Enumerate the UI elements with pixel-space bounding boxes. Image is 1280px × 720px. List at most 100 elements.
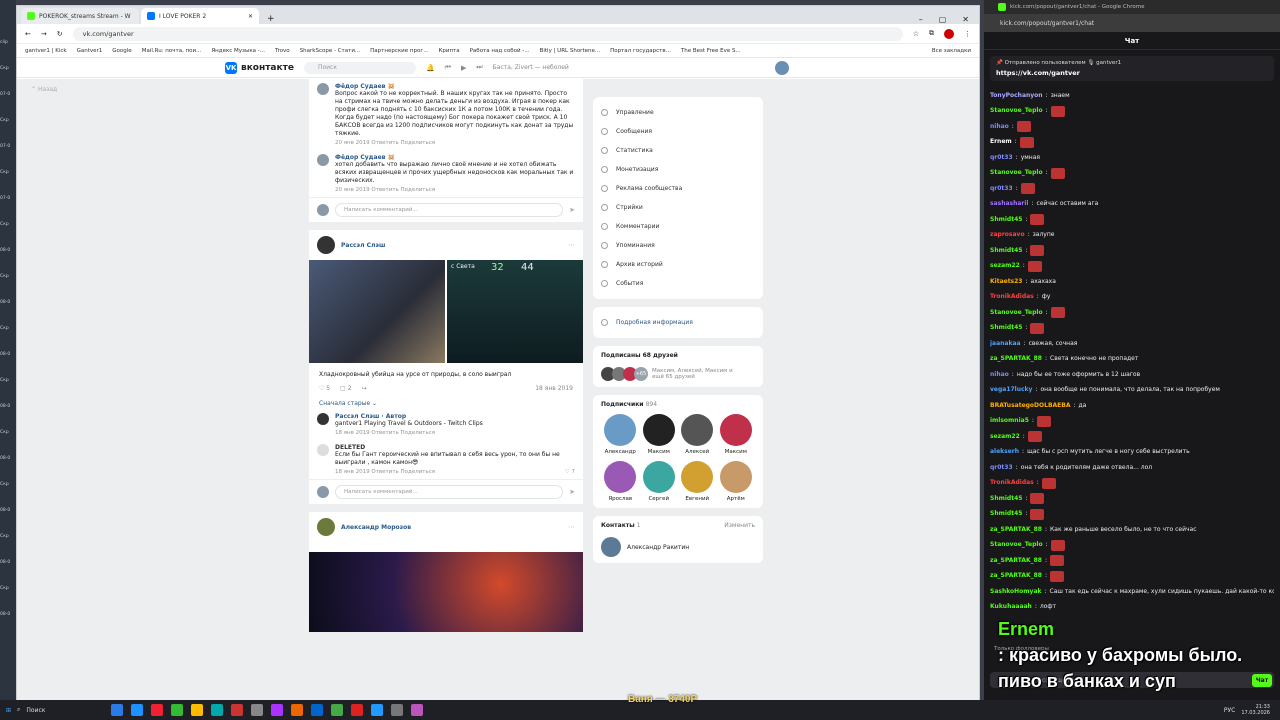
subscriber[interactable]: Алексей [678, 414, 717, 455]
prev-track-icon[interactable]: ⏮ [445, 63, 451, 72]
chat-username[interactable]: za_SPARTAK_88 [990, 572, 1042, 580]
chat-message[interactable]: za_SPARTAK_88: [990, 553, 1274, 569]
vk-search-input[interactable]: Поиск [303, 61, 416, 74]
extensions-icon[interactable]: ⧉ [929, 29, 934, 38]
star-icon[interactable]: ☆ [913, 30, 919, 38]
menu-item[interactable]: Монетизация [601, 160, 755, 179]
chat-username[interactable]: qr0t33 [990, 464, 1013, 472]
menu-item[interactable]: Архив историй [601, 255, 755, 274]
post-photo-banner[interactable] [309, 552, 583, 632]
desktop-icon-label[interactable]: clip [0, 30, 16, 56]
chat-message[interactable]: Shmidt45: [990, 321, 1274, 337]
details-link[interactable]: Подробная информация [601, 313, 755, 332]
desktop-icon-label[interactable]: Скр [0, 472, 16, 498]
bookmark-item[interactable]: gantver1 | Kick [25, 48, 67, 54]
taskbar-app-icon[interactable] [331, 704, 344, 716]
avatar[interactable] [317, 154, 329, 166]
taskbar-app-icon[interactable] [411, 704, 424, 716]
desktop-icon-label[interactable]: Скр [0, 368, 16, 394]
desktop-icon-label[interactable]: Скр [0, 264, 16, 290]
chat-username[interactable]: zaprosavo [990, 231, 1025, 239]
chat-message[interactable]: Ernem: [990, 135, 1274, 151]
post-author[interactable]: Александр Морозов [341, 524, 411, 531]
chat-message[interactable]: Stanovoe_Teplo: [990, 104, 1274, 120]
chat-username[interactable]: jaanakaa [990, 340, 1021, 348]
chat-message[interactable]: sashasharil: сейчас оставим ага [990, 197, 1274, 213]
contacts-title[interactable]: Контакты [601, 522, 635, 529]
chat-message[interactable]: za_SPARTAK_88: Света конечно не пропадет [990, 352, 1274, 368]
taskbar-app-icon[interactable] [231, 704, 244, 716]
desktop-icon-label[interactable]: Скр [0, 212, 16, 238]
chat-message[interactable]: Shmidt45: [990, 491, 1274, 507]
taskbar-app-icon[interactable] [311, 704, 324, 716]
chat-username[interactable]: Kitaets23 [990, 278, 1022, 286]
bookmark-item[interactable]: Работа над собой -... [470, 48, 530, 54]
desktop-icon-label[interactable]: 08-0 [0, 238, 16, 264]
url-field[interactable]: vk.com/gantver [72, 26, 903, 41]
chat-message[interactable]: nihao: надо бы ее тоже оформить в 12 шаго… [990, 367, 1274, 383]
close-window-icon[interactable]: ✕ [962, 15, 969, 24]
all-bookmarks[interactable]: Все закладки [932, 48, 971, 54]
close-tab-icon[interactable]: ✕ [248, 13, 253, 20]
chat-message[interactable]: TronikAdidas: [990, 476, 1274, 492]
next-track-icon[interactable]: ⏭ [476, 63, 482, 72]
chat-username[interactable]: Shmidt45 [990, 216, 1022, 224]
taskbar-app-icon[interactable] [171, 704, 184, 716]
chat-message[interactable]: qr0t33: [990, 181, 1274, 197]
bookmark-item[interactable]: Trovo [275, 48, 290, 54]
chat-message[interactable]: sezam22: [990, 259, 1274, 275]
taskbar-search[interactable]: Поиск [26, 707, 45, 714]
friends-title[interactable]: Подписаны 68 друзей [601, 352, 755, 359]
menu-item[interactable]: Реклама сообщества [601, 179, 755, 198]
comment-author[interactable]: Фёдор Судаев 🐹 [335, 83, 575, 90]
chat-message[interactable]: Kitaets23: ахахаха [990, 274, 1274, 290]
chat-message[interactable]: SashkoHomyak: Саш так едь сейчас к махрам… [990, 584, 1274, 600]
comment-author[interactable]: Фёдор Судаев 🐹 [335, 154, 575, 161]
chat-username[interactable]: TronikAdidas [990, 479, 1034, 487]
like-button[interactable]: ♡ 7 [565, 469, 575, 475]
chat-username[interactable]: sezam22 [990, 262, 1020, 270]
desktop-icon-label[interactable]: 08-0 [0, 498, 16, 524]
desktop-icon-label[interactable]: 08-0 [0, 550, 16, 576]
taskbar-app-icon[interactable] [131, 704, 144, 716]
friends-row[interactable]: +65 Максим, Алексей, Максим и ещё 65 дру… [601, 367, 755, 381]
tab-vk[interactable]: I LOVE POKER 2 ✕ [141, 8, 259, 24]
chat-username[interactable]: nihao [990, 371, 1009, 379]
post-photo-streamer[interactable] [309, 260, 445, 363]
desktop-icon-label[interactable]: Скр [0, 108, 16, 134]
menu-icon[interactable]: ⋮ [964, 30, 971, 38]
chat-message[interactable]: Shmidt45: [990, 212, 1274, 228]
taskbar-app-icon[interactable] [351, 704, 364, 716]
desktop-icon-label[interactable]: Скр [0, 56, 16, 82]
comment-button[interactable]: ▢ 2 [340, 385, 351, 392]
menu-item[interactable]: Стрийки [601, 198, 755, 217]
chat-message[interactable]: qr0t33: она тебя к родителям даже отвела.… [990, 460, 1274, 476]
chat-username[interactable]: imlsomnia5 [990, 417, 1029, 425]
chat-message[interactable]: BRATusategoDOLBAEBA: да [990, 398, 1274, 414]
chat-message[interactable]: imlsomnia5: [990, 414, 1274, 430]
subscriber[interactable]: Евгений [678, 461, 717, 502]
chat-username[interactable]: BRATusategoDOLBAEBA [990, 402, 1071, 410]
bookmark-item[interactable]: SharkScope - Стати... [300, 48, 360, 54]
more-icon[interactable]: ⋯ [568, 523, 575, 531]
desktop-icon-label[interactable]: 08-0 [0, 602, 16, 628]
menu-item[interactable]: Комментарии [601, 217, 755, 236]
back-icon[interactable]: ← [25, 30, 31, 38]
chat-username[interactable]: Stanovoe_Teplo [990, 107, 1043, 115]
taskbar-app-icon[interactable] [391, 704, 404, 716]
pinned-link[interactable]: https://vk.com/gantver [996, 69, 1268, 77]
chat-username[interactable]: Kukuhaaaah [990, 603, 1032, 611]
chat-username[interactable]: nihao [990, 123, 1009, 131]
menu-item[interactable]: Статистика [601, 141, 755, 160]
chat-username[interactable]: Shmidt45 [990, 495, 1022, 503]
subscriber[interactable]: Артём [717, 461, 756, 502]
desktop-icon-label[interactable]: 08-0 [0, 446, 16, 472]
chat-username[interactable]: SashkoHomyak [990, 588, 1042, 596]
send-icon[interactable]: ➤ [569, 206, 575, 214]
comment-input[interactable]: Написать комментарий... [335, 485, 564, 499]
new-tab-icon[interactable]: + [261, 14, 281, 24]
play-icon[interactable]: ▶ [461, 64, 466, 72]
like-button[interactable]: ♡ 5 [319, 385, 330, 392]
comment-author[interactable]: Рассэл Слэш · Автор [335, 413, 483, 420]
chat-username[interactable]: sezam22 [990, 433, 1020, 441]
